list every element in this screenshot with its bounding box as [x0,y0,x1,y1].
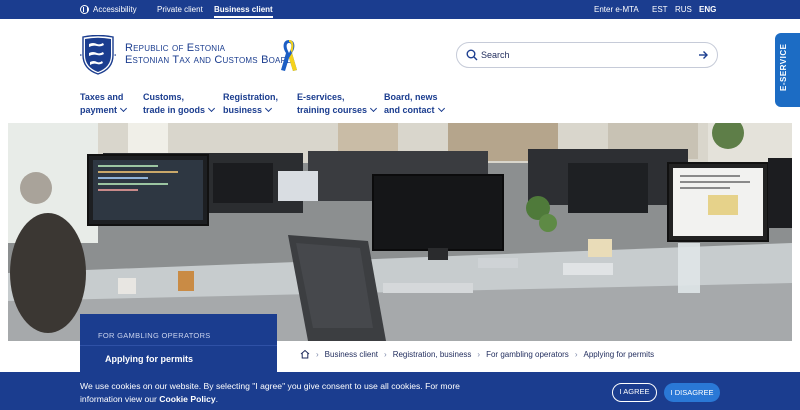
chevron-down-icon [207,104,216,113]
lang-est-link[interactable]: EST [652,0,668,19]
accessibility-label: Accessibility [93,5,137,14]
ukraine-ribbon-icon [281,40,297,71]
hero-office-image [8,123,792,341]
org-name-line2: Estonian Tax and Customs Board [125,54,293,66]
breadcrumb-separator-icon: › [384,349,387,359]
search-placeholder: Search [481,50,510,60]
nav-label-line1: Taxes and [80,92,124,102]
organization-name[interactable]: Republic of Estonia Estonian Tax and Cus… [125,42,293,66]
nav-label-line2: and contact [384,105,435,115]
lang-rus-link[interactable]: RUS [675,0,692,19]
arrow-right-icon[interactable] [697,49,709,61]
office-photo-illustration [8,123,792,341]
breadcrumb-separator-icon: › [477,349,481,359]
breadcrumb: › Business client › Registration, busine… [300,349,654,359]
e-mta-link[interactable]: Enter e-MTA [594,0,639,19]
search-input[interactable]: Search [456,42,718,68]
chevron-down-icon [264,104,273,113]
business-client-link[interactable]: Business client [214,0,273,19]
breadcrumb-separator-icon: › [316,349,319,359]
nav-label-line2: training courses [297,105,368,115]
nav-label-line1: Registration, [223,92,279,102]
nav-label-line2: business [223,105,263,115]
lang-eng-link[interactable]: ENG [699,0,716,19]
e-service-tab[interactable]: E-SERVICE [775,33,800,107]
nav-registration-business[interactable]: Registration, business [223,91,278,117]
accessibility-icon [80,5,89,14]
nav-label-line2: trade in goods [143,105,206,115]
nav-label-line1: Customs, [143,92,185,102]
breadcrumb-item[interactable]: For gambling operators [486,350,569,359]
cookie-agree-button[interactable]: I AGREE [612,383,657,402]
nav-board-news-contact[interactable]: Board, news and contact [384,91,445,117]
nav-customs-trade[interactable]: Customs, trade in goods [143,91,216,117]
nav-label-line2: payment [80,105,118,115]
cookie-banner: We use cookies on our website. By select… [0,372,800,410]
search-icon [466,49,478,61]
section-link-applying-for-permits[interactable]: Applying for permits [105,354,193,364]
org-name-line1: Republic of Estonia [125,42,226,54]
breadcrumb-item[interactable]: Business client [325,350,378,359]
chevron-down-icon [437,104,445,113]
e-service-label: E-SERVICE [779,43,788,91]
chevron-down-icon [119,104,128,113]
nav-e-services-training[interactable]: E-services, training courses [297,91,378,117]
cookie-text: We use cookies on our website. By select… [80,381,460,404]
breadcrumb-item[interactable]: Registration, business [393,350,472,359]
section-panel: FOR GAMBLING OPERATORS Applying for perm… [80,314,277,380]
private-client-link[interactable]: Private client [157,0,203,19]
accessibility-link[interactable]: Accessibility [80,0,137,19]
section-label: FOR GAMBLING OPERATORS [98,331,211,340]
home-icon[interactable] [300,349,310,359]
nav-label-line1: E-services, [297,92,345,102]
breadcrumb-current: Applying for permits [583,349,655,359]
chevron-down-icon [369,104,378,113]
cookie-message: We use cookies on our website. By select… [80,381,460,404]
section-divider [80,345,277,346]
breadcrumb-separator-icon: › [574,349,578,359]
nav-taxes-and-payment[interactable]: Taxes and payment [80,91,128,117]
cookie-disagree-button[interactable]: I DISAGREE [664,383,720,402]
cookie-policy-link[interactable]: Cookie Policy [159,394,215,404]
nav-label-line1: Board, news [384,92,438,102]
top-utility-bar: Accessibility Private client Business cl… [0,0,800,19]
coat-of-arms-logo[interactable] [80,35,116,75]
